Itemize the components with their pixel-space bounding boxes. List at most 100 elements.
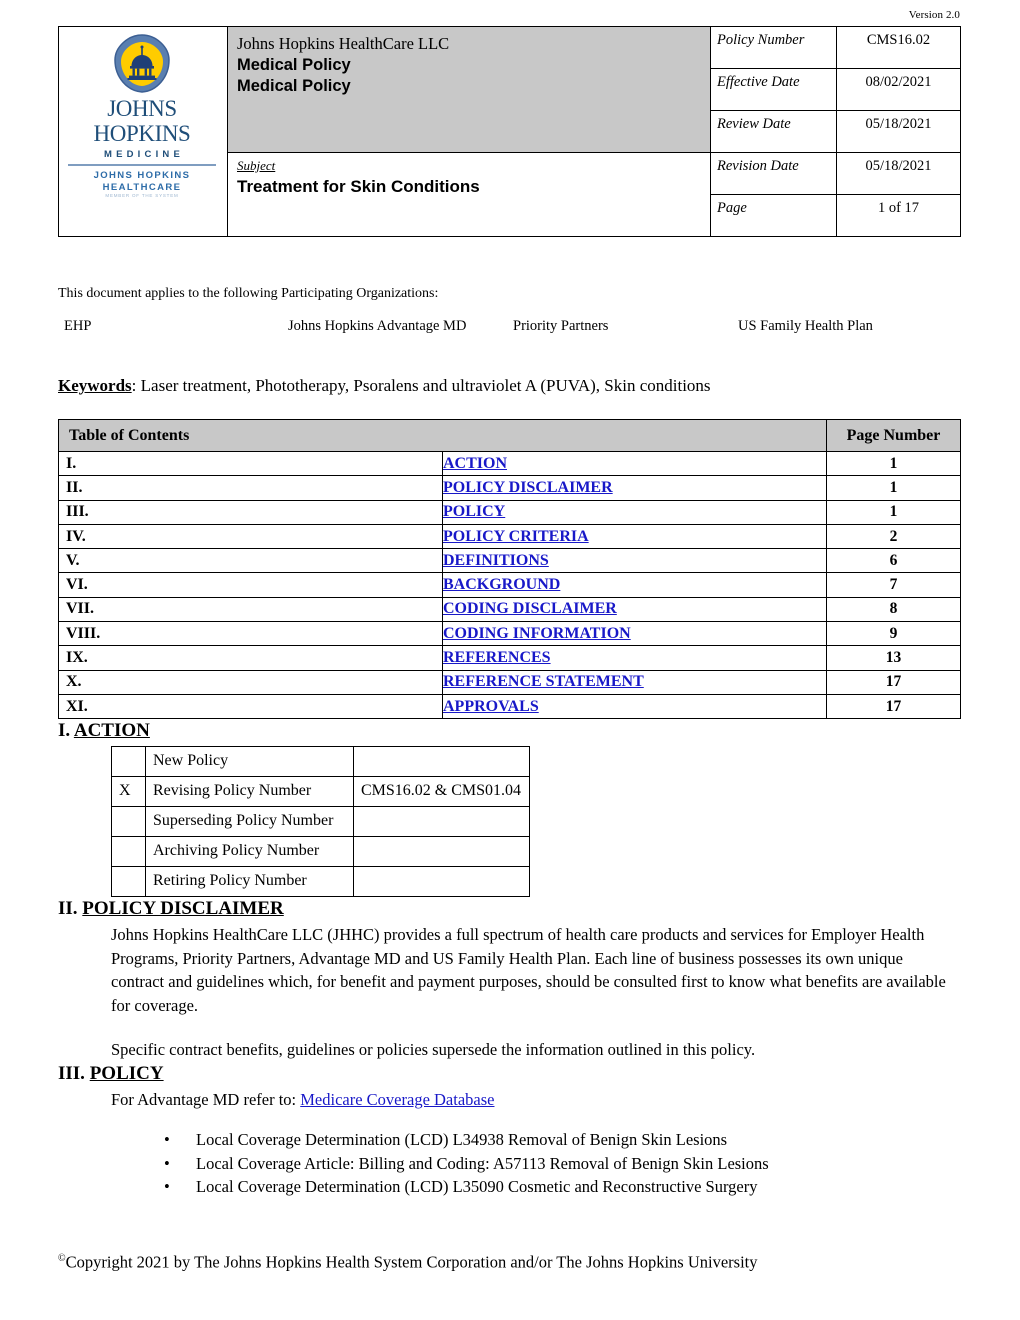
disclaimer-paragraph-2: Specific contract benefits, guidelines o… <box>111 1040 756 1060</box>
toc-entry[interactable]: POLICY DISCLAIMER <box>442 475 827 501</box>
logo-cell: JOHNS HOPKINS MEDICINE JOHNS HOPKINS HEA… <box>58 26 228 237</box>
meta-label-effective-date: Effective Date <box>710 68 837 111</box>
logo-healthcare-line1: JOHNS HOPKINS <box>93 170 191 181</box>
toc-header-left: Table of Contents <box>58 419 827 452</box>
toc-link-policy-criteria[interactable]: POLICY CRITERIA <box>443 528 589 545</box>
keywords-line: Keywords: Laser treatment, Phototherapy,… <box>58 375 962 397</box>
toc-numeral: VII. <box>58 596 443 623</box>
table-row: X Revising Policy Number CMS16.02 & CMS0… <box>111 776 530 808</box>
toc-link-references[interactable]: REFERENCES <box>443 649 551 666</box>
toc-entry[interactable]: CODING DISCLAIMER <box>442 596 827 623</box>
keywords-separator: : <box>131 376 141 395</box>
toc-entry[interactable]: REFERENCES <box>442 645 827 671</box>
toc-entry[interactable]: REFERENCE STATEMENT <box>442 669 827 695</box>
toc-page-number: 17 <box>826 693 961 720</box>
toc-header-row: Table of Contents Page Number <box>58 419 961 452</box>
meta-value-revision-date: 05/18/2021 <box>836 152 961 195</box>
toc-link-background[interactable]: BACKGROUND <box>443 576 560 593</box>
toc-entry[interactable]: ACTION <box>442 450 827 477</box>
table-row: I. ACTION 1 <box>58 450 961 477</box>
toc-link-action[interactable]: ACTION <box>443 455 507 472</box>
action-table: New Policy X Revising Policy Number CMS1… <box>111 746 530 898</box>
toc-numeral: I. <box>58 450 443 477</box>
toc-numeral: II. <box>58 475 443 501</box>
toc-numeral: X. <box>58 669 443 695</box>
toc-page-number: 6 <box>826 548 961 574</box>
toc-link-approvals[interactable]: APPROVALS <box>443 698 539 715</box>
section-title: POLICY DISCLAIMER <box>82 898 284 920</box>
disclaimer-paragraph-1: Johns Hopkins HealthCare LLC (JHHC) prov… <box>111 925 946 1015</box>
policy-bullet-list: Local Coverage Determination (LCD) L3493… <box>58 1128 962 1199</box>
action-value <box>353 836 530 868</box>
toc-link-policy-disclaimer[interactable]: POLICY DISCLAIMER <box>443 479 613 496</box>
toc-numeral: V. <box>58 548 443 574</box>
toc-link-coding-information[interactable]: CODING INFORMATION <box>443 625 631 642</box>
header-subject-cell: Subject Treatment for Skin Conditions <box>227 152 711 237</box>
johns-hopkins-logo: JOHNS HOPKINS MEDICINE JOHNS HOPKINS HEA… <box>59 31 225 199</box>
policy-intro-prefix: For Advantage MD refer to: <box>111 1089 301 1109</box>
subject-value: Treatment for Skin Conditions <box>237 177 480 196</box>
toc-link-coding-disclaimer[interactable]: CODING DISCLAIMER <box>443 600 617 617</box>
table-row: V. DEFINITIONS 6 <box>58 548 961 574</box>
table-row: Retiring Policy Number <box>111 866 530 898</box>
action-mark[interactable] <box>111 836 146 868</box>
policy-intro-line: For Advantage MD refer to: Medicare Cove… <box>58 1088 962 1112</box>
list-item: Local Coverage Article: Billing and Codi… <box>111 1152 962 1176</box>
toc-header-right: Page Number <box>826 419 961 452</box>
action-mark[interactable]: X <box>111 776 146 808</box>
table-row: XI. APPROVALS 17 <box>58 693 961 720</box>
section-numeral: I. <box>58 720 71 742</box>
table-row: IX. REFERENCES 13 <box>58 645 961 671</box>
table-row: VII. CODING DISCLAIMER 8 <box>58 596 961 623</box>
toc-entry[interactable]: CODING INFORMATION <box>442 621 827 647</box>
toc-numeral: VI. <box>58 572 443 598</box>
list-item: Local Coverage Determination (LCD) L3493… <box>111 1128 962 1152</box>
toc-link-definitions[interactable]: DEFINITIONS <box>443 552 549 569</box>
toc-numeral: XI. <box>58 693 443 720</box>
document-header-table: JOHNS HOPKINS MEDICINE JOHNS HOPKINS HEA… <box>58 26 961 237</box>
logo-medicine: MEDICINE <box>103 149 185 160</box>
toc-numeral: IV. <box>58 523 443 550</box>
action-label: New Policy <box>145 746 354 778</box>
meta-value-review-date: 05/18/2021 <box>836 110 961 153</box>
toc-link-reference-statement[interactable]: REFERENCE STATEMENT <box>443 673 644 690</box>
toc-link-policy[interactable]: POLICY <box>443 503 505 520</box>
toc-page-number: 1 <box>826 475 961 501</box>
toc-entry[interactable]: BACKGROUND <box>442 572 827 598</box>
toc-entry[interactable]: POLICY CRITERIA <box>442 523 827 550</box>
toc-entry[interactable]: POLICY <box>442 499 827 525</box>
logo-divider <box>68 164 216 166</box>
toc-entry[interactable]: APPROVALS <box>442 693 827 720</box>
participating-org-advantage-md: Johns Hopkins Advantage MD <box>288 318 467 334</box>
table-row: X. REFERENCE STATEMENT 17 <box>58 669 961 695</box>
action-mark[interactable] <box>111 746 146 778</box>
toc-page-number: 13 <box>826 645 961 671</box>
table-row: Archiving Policy Number <box>111 836 530 868</box>
meta-value-page: 1 of 17 <box>836 194 961 237</box>
document-page: Version 2.0 JOHNS HOPKINS MEDICINE JOHNS… <box>0 0 1020 1320</box>
section-heading-action: I. ACTION <box>58 719 962 743</box>
section-heading-policy: III. POLICY <box>58 1062 962 1086</box>
toc-page-number: 17 <box>826 669 961 695</box>
toc-entry[interactable]: DEFINITIONS <box>442 548 827 574</box>
action-value: CMS16.02 & CMS01.04 <box>353 776 530 808</box>
table-row: IV. POLICY CRITERIA 2 <box>58 523 961 550</box>
medicare-coverage-database-link[interactable]: Medicare Coverage Database <box>300 1090 494 1109</box>
action-label: Retiring Policy Number <box>145 866 354 898</box>
toc-page-number: 1 <box>826 450 961 477</box>
logo-healthcare-line2: HEALTHCARE <box>102 181 182 193</box>
action-value <box>353 746 530 778</box>
keywords-value: Laser treatment, Phototherapy, Psoralens… <box>140 376 711 395</box>
table-row: VIII. CODING INFORMATION 9 <box>58 621 961 647</box>
participating-org-us-family-health-plan: US Family Health Plan <box>738 318 873 334</box>
table-of-contents: Table of Contents Page Number I. ACTION … <box>58 419 961 720</box>
toc-page-number: 7 <box>826 572 961 598</box>
meta-label-revision-date: Revision Date <box>710 152 837 195</box>
participating-org-ehp: EHP <box>64 318 92 334</box>
shield-icon <box>59 33 225 95</box>
action-mark[interactable] <box>111 806 146 838</box>
action-mark[interactable] <box>111 866 146 898</box>
list-item: Local Coverage Determination (LCD) L3509… <box>111 1175 962 1199</box>
version-label: Version 2.0 <box>908 9 960 21</box>
subject-label: Subject <box>237 158 276 173</box>
